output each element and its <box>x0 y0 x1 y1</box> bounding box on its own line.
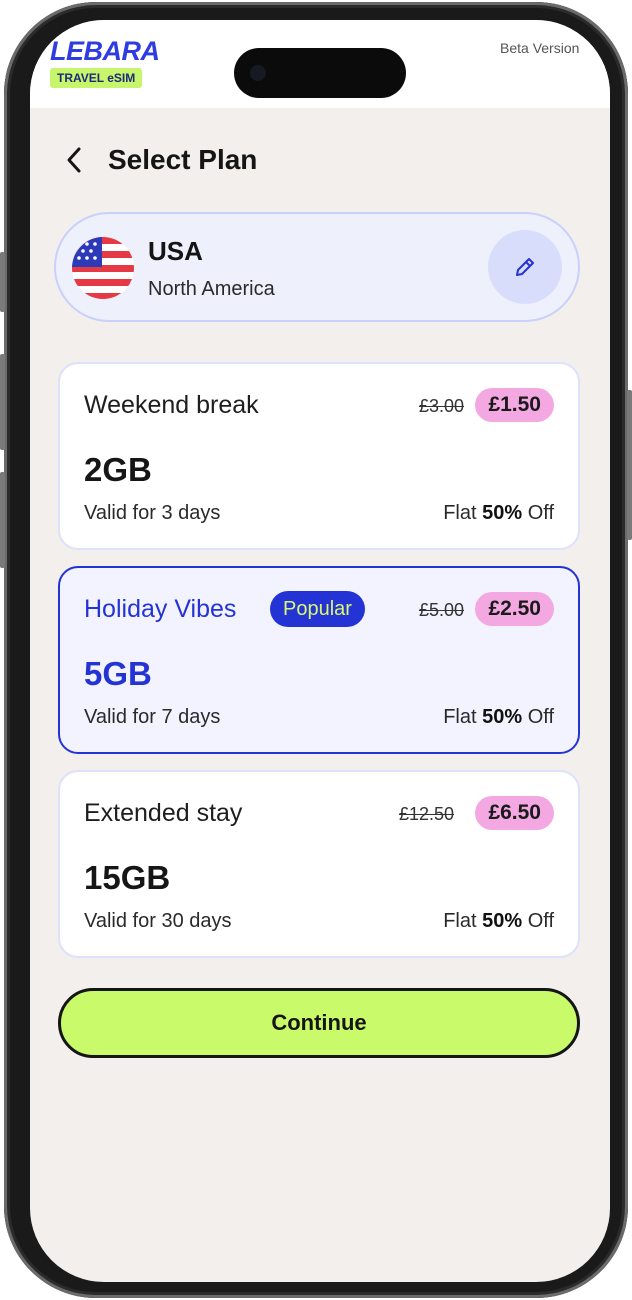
status-area: LEBARA TRAVEL eSIM Beta Version <box>30 20 610 108</box>
plan-data-amount: 15GB <box>84 859 171 896</box>
discount-value: 50% <box>482 706 523 728</box>
plan-validity: Valid for 3 days <box>84 502 221 524</box>
plan-data-amount: 2GB <box>84 451 152 488</box>
discount-suffix: Off <box>527 502 554 524</box>
volume-down-button <box>0 354 5 450</box>
plan-discount: Flat 50% Off <box>443 502 554 525</box>
page-title: Select Plan <box>108 144 258 175</box>
beta-label: Beta Version <box>500 40 580 56</box>
phone-frame: LEBARA TRAVEL eSIM Beta Version Select P… <box>0 2 632 1298</box>
chevron-left-icon[interactable] <box>60 142 88 178</box>
plan-validity: Valid for 7 days <box>84 706 221 728</box>
plan-price-badge: £2.50 <box>475 592 554 626</box>
plan-card-holiday-vibes[interactable]: Holiday Vibes Popular £5.00 £2.50 5GB Va… <box>58 566 580 754</box>
plan-old-price: £5.00 <box>418 600 464 620</box>
plan-name: Weekend break <box>84 391 259 419</box>
country-name: USA <box>148 236 203 266</box>
edit-destination-button[interactable] <box>488 230 562 304</box>
plan-discount: Flat 50% Off <box>443 706 554 729</box>
plan-name: Extended stay <box>84 799 243 827</box>
brand-logo: LEBARA TRAVEL eSIM <box>50 36 160 88</box>
continue-button[interactable]: Continue <box>58 988 580 1058</box>
popular-badge: Popular <box>270 591 365 627</box>
us-flag-icon <box>72 237 134 299</box>
plan-old-price: £3.00 <box>418 396 464 416</box>
camera-icon <box>250 65 266 81</box>
discount-prefix: Flat <box>443 502 477 524</box>
plan-validity: Valid for 30 days <box>84 910 232 932</box>
mute-switch <box>0 472 5 568</box>
plan-name: Holiday Vibes <box>84 595 237 623</box>
brand-name: LEBARA <box>50 36 160 66</box>
plan-discount: Flat 50% Off <box>443 910 554 933</box>
screen: LEBARA TRAVEL eSIM Beta Version Select P… <box>30 20 610 1282</box>
discount-suffix: Off <box>527 910 554 932</box>
plan-price-badge: £1.50 <box>475 388 554 422</box>
plan-price-badge: £6.50 <box>475 796 554 830</box>
discount-value: 50% <box>482 910 523 932</box>
page-header: Select Plan <box>60 142 257 178</box>
plan-card-extended-stay[interactable]: Extended stay £12.50 £6.50 15GB Valid fo… <box>58 770 580 958</box>
brand-badge: TRAVEL eSIM <box>50 68 143 88</box>
dynamic-island <box>234 48 406 98</box>
country-region: North America <box>148 278 275 300</box>
discount-prefix: Flat <box>443 706 477 728</box>
pencil-icon <box>516 258 534 276</box>
discount-suffix: Off <box>527 706 554 728</box>
power-button <box>627 390 632 540</box>
plan-data-amount: 5GB <box>84 655 152 692</box>
volume-up-button <box>0 252 5 312</box>
destination-card: USA North America <box>54 212 580 322</box>
discount-value: 50% <box>482 502 523 524</box>
discount-prefix: Flat <box>443 910 477 932</box>
plan-old-price: £12.50 <box>398 804 454 824</box>
plan-card-weekend-break[interactable]: Weekend break £3.00 £1.50 2GB Valid for … <box>58 362 580 550</box>
